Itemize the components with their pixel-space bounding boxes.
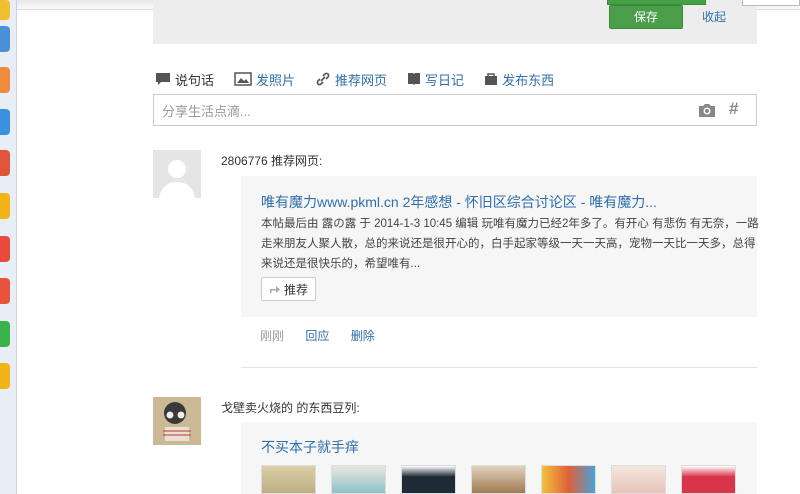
share-input[interactable] bbox=[162, 102, 682, 120]
tab-link[interactable]: 推荐网页 bbox=[315, 70, 387, 89]
left-app-bar bbox=[0, 0, 17, 494]
link-icon bbox=[316, 72, 330, 86]
share-box: # bbox=[153, 94, 757, 126]
top-box bbox=[742, 0, 800, 6]
tab-say[interactable]: 说句话 bbox=[155, 70, 214, 89]
speech-bubble-icon bbox=[156, 73, 170, 85]
feed-user-line: 2806776 推荐网页: bbox=[221, 154, 323, 168]
item-thumbnail[interactable] bbox=[401, 465, 456, 494]
reply-link[interactable]: 回应 bbox=[305, 329, 329, 343]
topic-hash-button[interactable]: # bbox=[729, 99, 738, 119]
share-arrow-icon bbox=[269, 286, 280, 293]
card-title-link[interactable]: 唯有魔力www.pkml.cn 2年感想 - 怀旧区综合讨论区 - 唯有魔力..… bbox=[261, 192, 657, 212]
tab-diary[interactable]: 写日记 bbox=[407, 70, 464, 89]
item-thumbnail[interactable] bbox=[331, 465, 386, 494]
item-thumbnail[interactable] bbox=[681, 465, 736, 494]
feed-user-line: 戈壁卖火烧的 的东西豆列: bbox=[221, 401, 360, 415]
item-thumbnail[interactable] bbox=[611, 465, 666, 494]
app-icon[interactable] bbox=[0, 67, 10, 93]
app-icon[interactable] bbox=[0, 321, 10, 347]
save-button[interactable]: 保存 bbox=[609, 5, 683, 29]
delete-link[interactable]: 删除 bbox=[351, 329, 375, 343]
feed-actions: 刚刚 回应 删除 bbox=[260, 327, 393, 344]
tab-label: 写日记 bbox=[425, 72, 465, 88]
item-thumbnail[interactable] bbox=[261, 465, 316, 494]
app-icon[interactable] bbox=[0, 0, 10, 20]
item-thumbnail[interactable] bbox=[471, 465, 526, 494]
tab-label: 推荐网页 bbox=[335, 72, 388, 88]
picture-icon bbox=[234, 72, 252, 86]
bag-icon bbox=[485, 73, 498, 85]
card-excerpt: 本帖最后由 露の露 于 2014-1-3 10:45 编辑 玩唯有魔力已经2年多… bbox=[261, 218, 759, 270]
feed-divider bbox=[241, 367, 757, 368]
link-card: 唯有魔力www.pkml.cn 2年感想 - 怀旧区综合讨论区 - 唯有魔力..… bbox=[241, 176, 759, 317]
avatar[interactable] bbox=[153, 150, 201, 198]
app-icon[interactable] bbox=[0, 150, 10, 176]
item-thumbnail[interactable] bbox=[541, 465, 596, 494]
recommend-label: 推荐 bbox=[283, 282, 308, 297]
app-icon[interactable] bbox=[0, 26, 10, 52]
doulist-title-link[interactable]: 不买本子就手痒 bbox=[261, 437, 359, 457]
tab-sell[interactable]: 发布东西 bbox=[484, 70, 554, 89]
timestamp: 刚刚 bbox=[260, 329, 285, 343]
book-icon bbox=[408, 73, 421, 85]
tab-label: 说句话 bbox=[175, 72, 215, 88]
tab-photo[interactable]: 发照片 bbox=[234, 70, 295, 89]
app-icon[interactable] bbox=[0, 193, 10, 219]
user-photo bbox=[153, 397, 201, 445]
tab-label: 发照片 bbox=[256, 72, 296, 88]
app-icon[interactable] bbox=[0, 109, 10, 135]
camera-icon[interactable] bbox=[698, 103, 716, 118]
default-avatar-icon bbox=[159, 160, 195, 198]
app-icon[interactable] bbox=[0, 363, 10, 389]
app-icon[interactable] bbox=[0, 236, 10, 262]
collapse-link[interactable]: 收起 bbox=[702, 8, 726, 25]
recommend-button[interactable]: 推荐 bbox=[261, 277, 316, 301]
post-type-tabs: 说句话 发照片 推荐网页 写日记 发布东西 bbox=[155, 69, 574, 89]
avatar[interactable] bbox=[153, 397, 201, 445]
app-icon[interactable] bbox=[0, 278, 10, 304]
doulist-card: 不买本子就手痒 bbox=[241, 422, 757, 494]
tab-label: 发布东西 bbox=[502, 72, 555, 88]
